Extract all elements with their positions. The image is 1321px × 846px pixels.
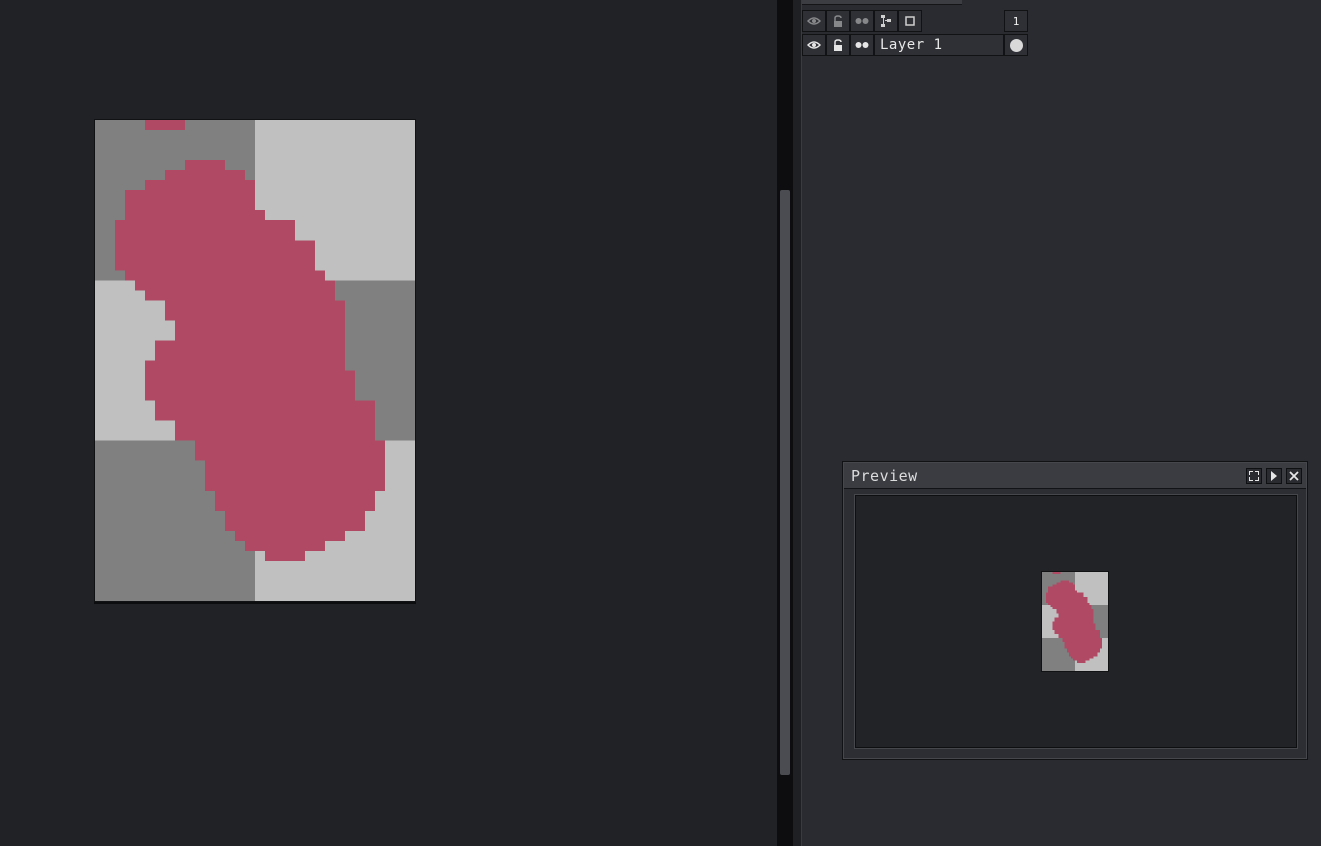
frame-icon[interactable] xyxy=(898,10,922,32)
cel-frame-1[interactable] xyxy=(1004,34,1028,56)
fullscreen-icon[interactable] xyxy=(1246,468,1262,484)
play-icon[interactable] xyxy=(1266,468,1282,484)
timeline-toolbar-strip xyxy=(802,0,962,5)
continuous-icon[interactable] xyxy=(850,34,874,56)
sprite-canvas[interactable] xyxy=(95,120,415,601)
lock-icon[interactable] xyxy=(826,10,850,32)
preview-viewport[interactable] xyxy=(855,495,1297,748)
lock-icon[interactable] xyxy=(826,34,850,56)
continuous-icon[interactable] xyxy=(850,10,874,32)
close-icon[interactable] xyxy=(1286,468,1302,484)
canvas-workspace[interactable] xyxy=(0,0,777,846)
frame-number-1[interactable]: 1 xyxy=(1004,10,1028,32)
cel-filled-dot-icon xyxy=(1009,38,1023,52)
panel-splitter[interactable] xyxy=(793,0,802,846)
layer-row[interactable]: Layer 1 xyxy=(802,34,1028,56)
preview-title: Preview xyxy=(851,467,918,485)
eye-icon[interactable] xyxy=(802,10,826,32)
preview-window[interactable]: Preview xyxy=(842,461,1308,760)
eye-icon[interactable] xyxy=(802,34,826,56)
layer-name[interactable]: Layer 1 xyxy=(874,34,1004,56)
timeline-header-row: 1 xyxy=(802,10,1028,32)
header-spacer xyxy=(922,10,1004,32)
preview-titlebar[interactable]: Preview xyxy=(844,463,1306,489)
preview-sprite xyxy=(1042,572,1108,671)
group-icon[interactable] xyxy=(874,10,898,32)
vertical-scrollbar[interactable] xyxy=(780,190,790,775)
